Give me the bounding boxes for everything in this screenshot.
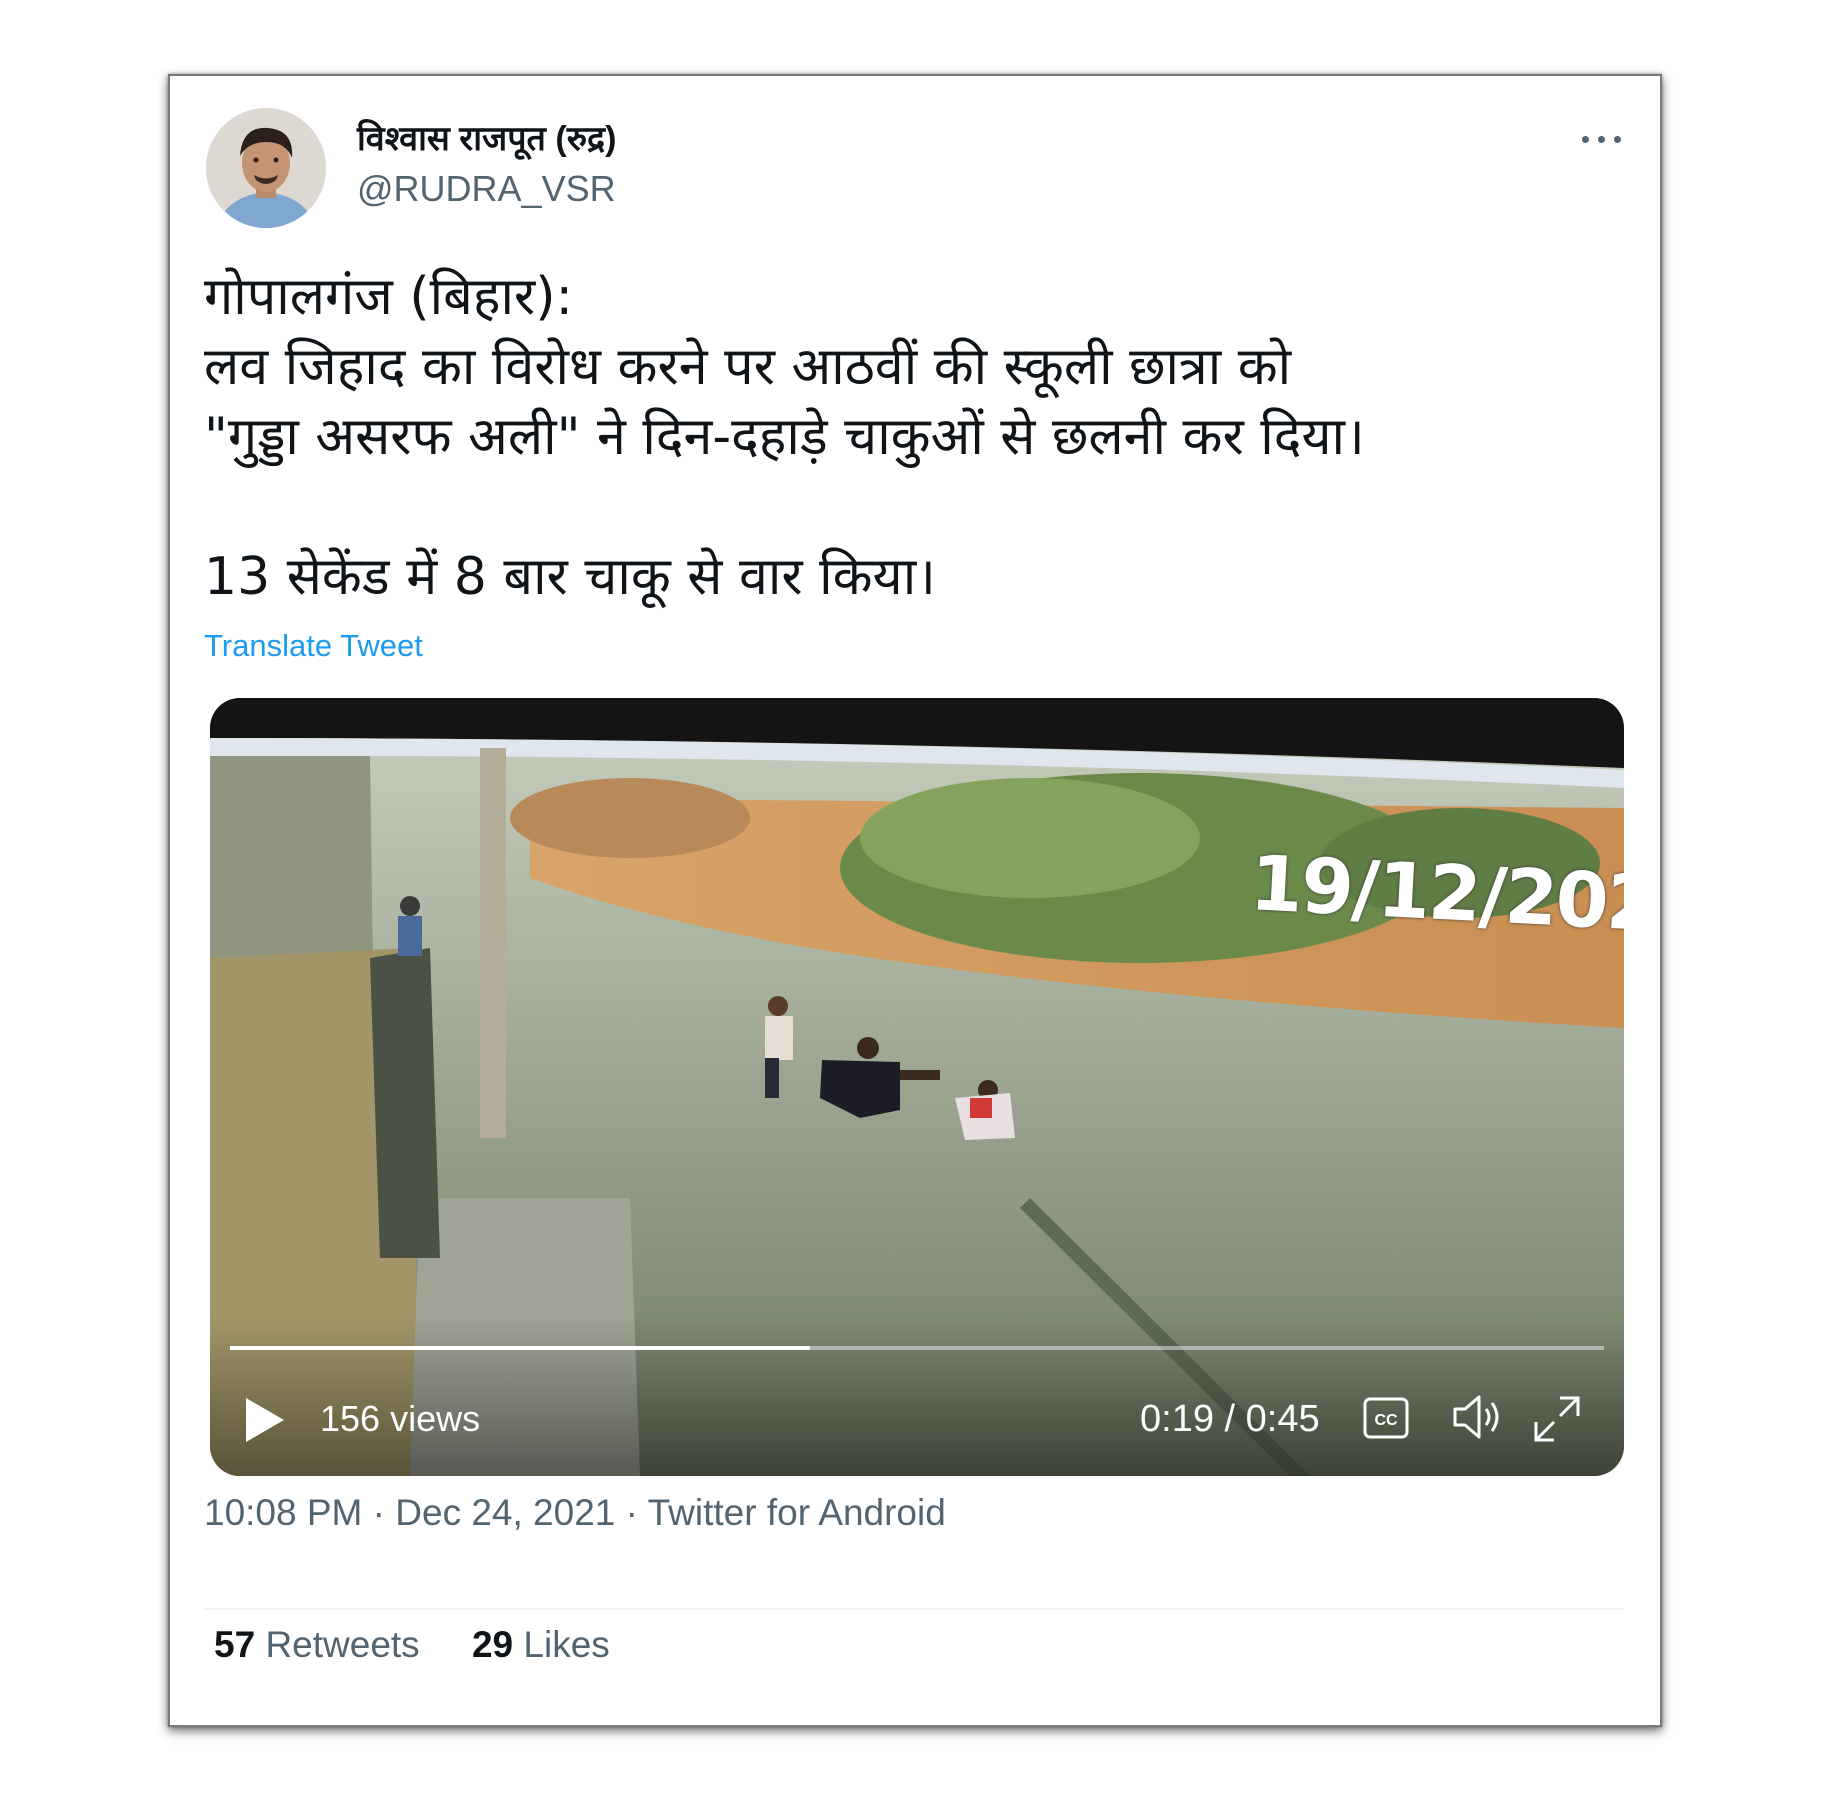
- tweet-line: "गुड्डा असरफ अली" ने दिन-दहाड़े चाकुओं स…: [204, 407, 1365, 467]
- display-name[interactable]: विश्वास राजपूत (रुद्र): [357, 114, 616, 160]
- video-player[interactable]: 19/12/2021 156 views 0:19 / 0:45 CC: [210, 698, 1624, 1476]
- tweet-line: गोपालगंज (बिहार):: [204, 267, 573, 327]
- more-options-icon[interactable]: [1578, 118, 1628, 158]
- tweet-line: लव जिहाद का विरोध करने पर आठवीं की स्कूल…: [204, 337, 1292, 397]
- tweet-card: विश्वास राजपूत (रुद्र) @RUDRA_VSR गोपालग…: [168, 74, 1662, 1727]
- retweets-label: Retweets: [265, 1624, 420, 1665]
- cc-icon-label: CC: [1374, 1412, 1398, 1429]
- tweet-time[interactable]: 10:08 PM: [204, 1492, 362, 1533]
- video-time: 0:19 / 0:45: [1140, 1398, 1320, 1440]
- video-progress-fill: [230, 1346, 811, 1350]
- meta-separator: ·: [372, 1492, 385, 1533]
- likes-stat[interactable]: 29 Likes: [472, 1624, 610, 1666]
- likes-label: Likes: [523, 1624, 610, 1665]
- more-dot: [1614, 136, 1621, 143]
- meta-separator: ·: [625, 1492, 638, 1533]
- video-progress-bar[interactable]: [230, 1346, 1604, 1350]
- tweet-text: गोपालगंज (बिहार): लव जिहाद का विरोध करने…: [204, 262, 1624, 612]
- play-icon: [246, 1398, 284, 1442]
- tweet-line: 13 सेकेंड में 8 बार चाकू से वार किया।: [204, 547, 936, 607]
- tweet-metadata: 10:08 PM · Dec 24, 2021 · Twitter for An…: [204, 1492, 946, 1534]
- retweets-count: 57: [214, 1624, 256, 1665]
- translate-tweet-link[interactable]: Translate Tweet: [204, 628, 423, 664]
- fullscreen-icon: [1534, 1396, 1580, 1442]
- controls-background: [210, 1316, 1624, 1476]
- divider: [204, 1608, 1624, 1610]
- avatar-photo: [206, 108, 326, 228]
- avatar[interactable]: [206, 108, 326, 228]
- tweet-date[interactable]: Dec 24, 2021: [395, 1492, 615, 1533]
- volume-button[interactable]: [1451, 1392, 1505, 1442]
- play-button[interactable]: [240, 1394, 290, 1446]
- likes-count: 29: [471, 1624, 514, 1665]
- tweet-source[interactable]: Twitter for Android: [648, 1492, 946, 1533]
- closed-captions-button[interactable]: CC: [1362, 1396, 1410, 1440]
- view-count: 156 views: [320, 1398, 481, 1439]
- fullscreen-button[interactable]: [1530, 1392, 1584, 1446]
- volume-icon: [1453, 1395, 1499, 1439]
- more-dot: [1598, 136, 1605, 143]
- tweet-stats: 57 Retweets 29 Likes: [214, 1624, 652, 1666]
- retweets-stat[interactable]: 57 Retweets: [214, 1624, 420, 1666]
- tweet-line: [204, 472, 1624, 542]
- more-dot: [1582, 136, 1589, 143]
- user-handle[interactable]: @RUDRA_VSR: [357, 168, 616, 210]
- cc-icon: CC: [1363, 1397, 1409, 1439]
